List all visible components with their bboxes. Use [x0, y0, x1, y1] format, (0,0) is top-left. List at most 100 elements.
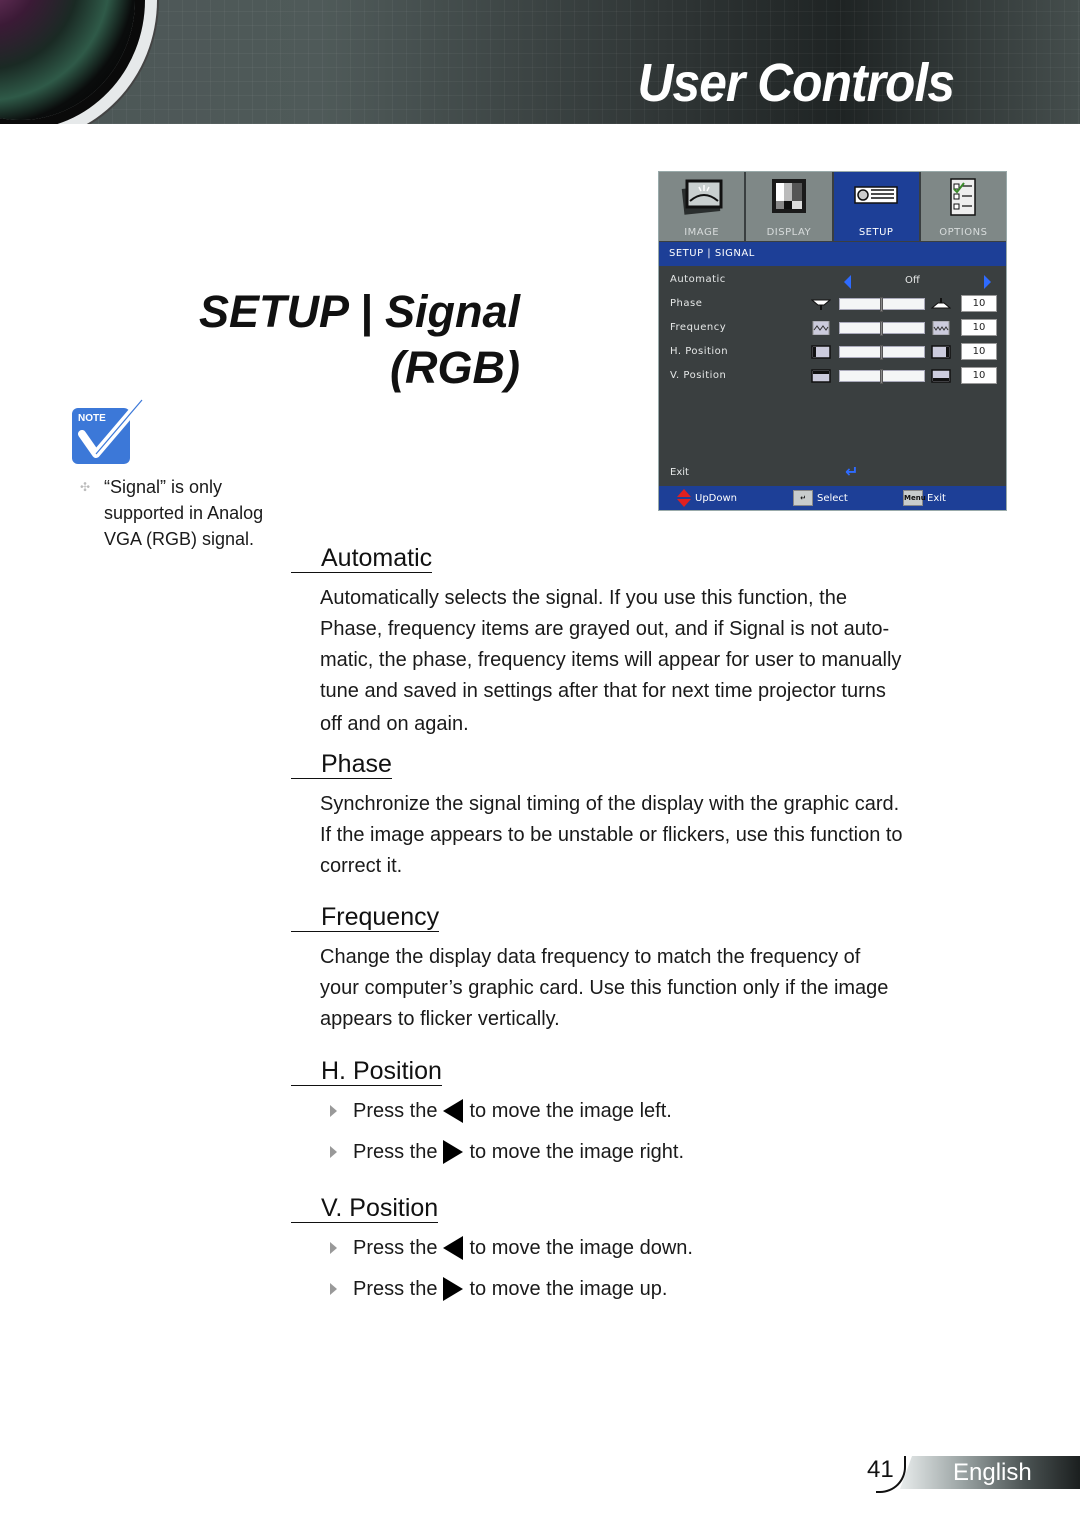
osd-slider-thumb[interactable]: [880, 297, 883, 312]
section-heading-phase: Phase: [291, 750, 392, 779]
osd-menu: IMAGE DISPLAY SETUP OPTIONS SETUP | SIGN…: [658, 171, 1007, 511]
osd-row-label: Automatic: [670, 274, 726, 285]
enter-arrow-icon: ↵: [845, 462, 859, 481]
frequency-minus-icon: [812, 321, 830, 335]
osd-footer-updown-label: UpDown: [695, 492, 738, 504]
chapter-title: User Controls: [637, 53, 954, 113]
osd-right-arrow-icon[interactable]: [984, 275, 991, 289]
osd-exit-item[interactable]: Exit: [670, 467, 689, 478]
body-line: correct it.: [320, 855, 403, 877]
osd-automatic-value: Off: [905, 275, 920, 286]
header-banner: User Controls: [0, 0, 1080, 124]
osd-slider-frequency[interactable]: [839, 321, 925, 336]
osd-footer-select-label: Select: [817, 492, 848, 504]
triangle-bullet-icon: [330, 1105, 337, 1117]
bullet-item: Press the to move the image down.: [330, 1236, 693, 1260]
frequency-plus-icon: [932, 321, 950, 335]
bullet-item: Press the to move the image up.: [330, 1277, 667, 1301]
left-arrow-key-icon: [443, 1099, 464, 1123]
osd-slider-phase[interactable]: [839, 297, 925, 312]
triangle-bullet-icon: [330, 1283, 337, 1295]
menu-key-icon: Menu: [903, 490, 926, 506]
osd-breadcrumb: SETUP | SIGNAL: [659, 242, 1006, 266]
section-heading-h-position: H. Position: [291, 1057, 442, 1086]
osd-row-label: V. Position: [670, 370, 727, 381]
osd-row-phase[interactable]: Phase 10: [659, 294, 1008, 318]
osd-tab-display[interactable]: DISPLAY: [746, 172, 834, 242]
osd-row-automatic[interactable]: Automatic Off: [659, 270, 1008, 294]
note-line: “Signal” is only: [104, 477, 223, 497]
osd-slider-thumb[interactable]: [880, 369, 883, 384]
body-line: matic, the phase, frequency items will a…: [320, 649, 902, 671]
osd-tab-label: SETUP: [858, 227, 894, 238]
osd-tab-label: IMAGE: [684, 227, 720, 238]
osd-footer-exit-label: Exit: [927, 492, 946, 504]
page-number: 41: [867, 1456, 894, 1483]
osd-tab-label: DISPLAY: [766, 227, 812, 238]
osd-slider-v-position[interactable]: [839, 369, 925, 384]
osd-footer-select: ↵ Select: [793, 486, 848, 510]
body-line: your computer’s graphic card. Use this f…: [320, 977, 889, 999]
section-heading-frequency: Frequency: [291, 903, 440, 932]
bullet-suffix: to move the image left.: [469, 1099, 672, 1122]
section-body-frequency: Change the display data frequency to mat…: [320, 942, 1010, 1035]
bullet-suffix: to move the image down.: [469, 1236, 693, 1259]
picture-icon: [681, 179, 723, 215]
osd-slider-thumb[interactable]: [880, 321, 883, 336]
bullet-prefix: Press the: [353, 1099, 438, 1122]
osd-row-h-position[interactable]: H. Position 10: [659, 342, 1008, 366]
osd-tab-label: OPTIONS: [939, 227, 988, 238]
body-line: Phase, frequency items are grayed out, a…: [320, 618, 890, 640]
note-line: VGA (RGB) signal.: [104, 529, 255, 549]
page-title: SETUP | Signal (RGB): [199, 284, 520, 396]
language-label: English: [953, 1459, 1032, 1486]
body-line: appears to flicker vertically.: [320, 1008, 560, 1030]
right-arrow-key-icon: [443, 1140, 464, 1164]
bullet-prefix: Press the: [353, 1277, 438, 1300]
h-position-left-icon: [811, 345, 831, 359]
bullet-prefix: Press the: [353, 1236, 438, 1259]
osd-row-frequency[interactable]: Frequency 10: [659, 318, 1008, 342]
bullet-suffix: to move the image up.: [469, 1277, 668, 1300]
camera-lens-graphic: [0, 0, 135, 120]
enter-key-icon: ↵: [793, 490, 813, 506]
right-arrow-key-icon: [443, 1277, 464, 1301]
osd-tab-options[interactable]: OPTIONS: [920, 172, 1006, 242]
bullet-item: Press the to move the image right.: [330, 1140, 684, 1164]
osd-row-label: Phase: [670, 298, 703, 309]
osd-tab-bar: IMAGE DISPLAY SETUP OPTIONS: [659, 172, 1006, 242]
body-line: If the image appears to be unstable or f…: [320, 824, 903, 846]
osd-value-h-position: 10: [961, 343, 997, 360]
osd-tab-setup[interactable]: SETUP: [833, 172, 921, 242]
phase-plus-icon: [931, 298, 951, 309]
note-line: supported in Analog: [104, 503, 264, 523]
left-arrow-key-icon: [443, 1236, 464, 1260]
osd-footer-updown: UpDown: [677, 486, 737, 510]
note-text: “Signal” is only supported in Analog VGA…: [104, 474, 294, 552]
h-position-right-icon: [931, 345, 951, 359]
body-line: Change the display data frequency to mat…: [320, 946, 861, 968]
osd-value-phase: 10: [961, 295, 997, 312]
note-check-icon: NOTE: [72, 398, 144, 464]
updown-arrows-icon: [677, 489, 691, 507]
osd-left-arrow-icon[interactable]: [844, 275, 851, 289]
page-title-line2: (RGB): [390, 342, 520, 393]
diamond-bullet-icon: ✣: [80, 480, 91, 494]
body-line: Automatically selects the signal. If you…: [320, 587, 847, 609]
display-pattern-icon: [771, 179, 806, 213]
page-title-line1: SETUP | Signal: [199, 286, 520, 337]
checklist-icon: [950, 178, 977, 216]
osd-footer: UpDown ↵ Select Menu Exit: [659, 486, 1006, 510]
osd-slider-thumb[interactable]: [880, 345, 883, 360]
section-heading-automatic: Automatic: [291, 544, 433, 573]
osd-value-v-position: 10: [961, 367, 997, 384]
osd-row-v-position[interactable]: V. Position 10: [659, 366, 1008, 390]
note-badge-text: NOTE: [78, 413, 106, 424]
osd-tab-image[interactable]: IMAGE: [659, 172, 747, 242]
osd-footer-exit: Menu Exit: [903, 486, 946, 510]
osd-row-label: Frequency: [670, 322, 727, 333]
osd-slider-h-position[interactable]: [839, 345, 925, 360]
projector-icon: [854, 186, 898, 204]
phase-minus-icon: [811, 299, 831, 310]
bullet-suffix: to move the image right.: [469, 1140, 685, 1163]
